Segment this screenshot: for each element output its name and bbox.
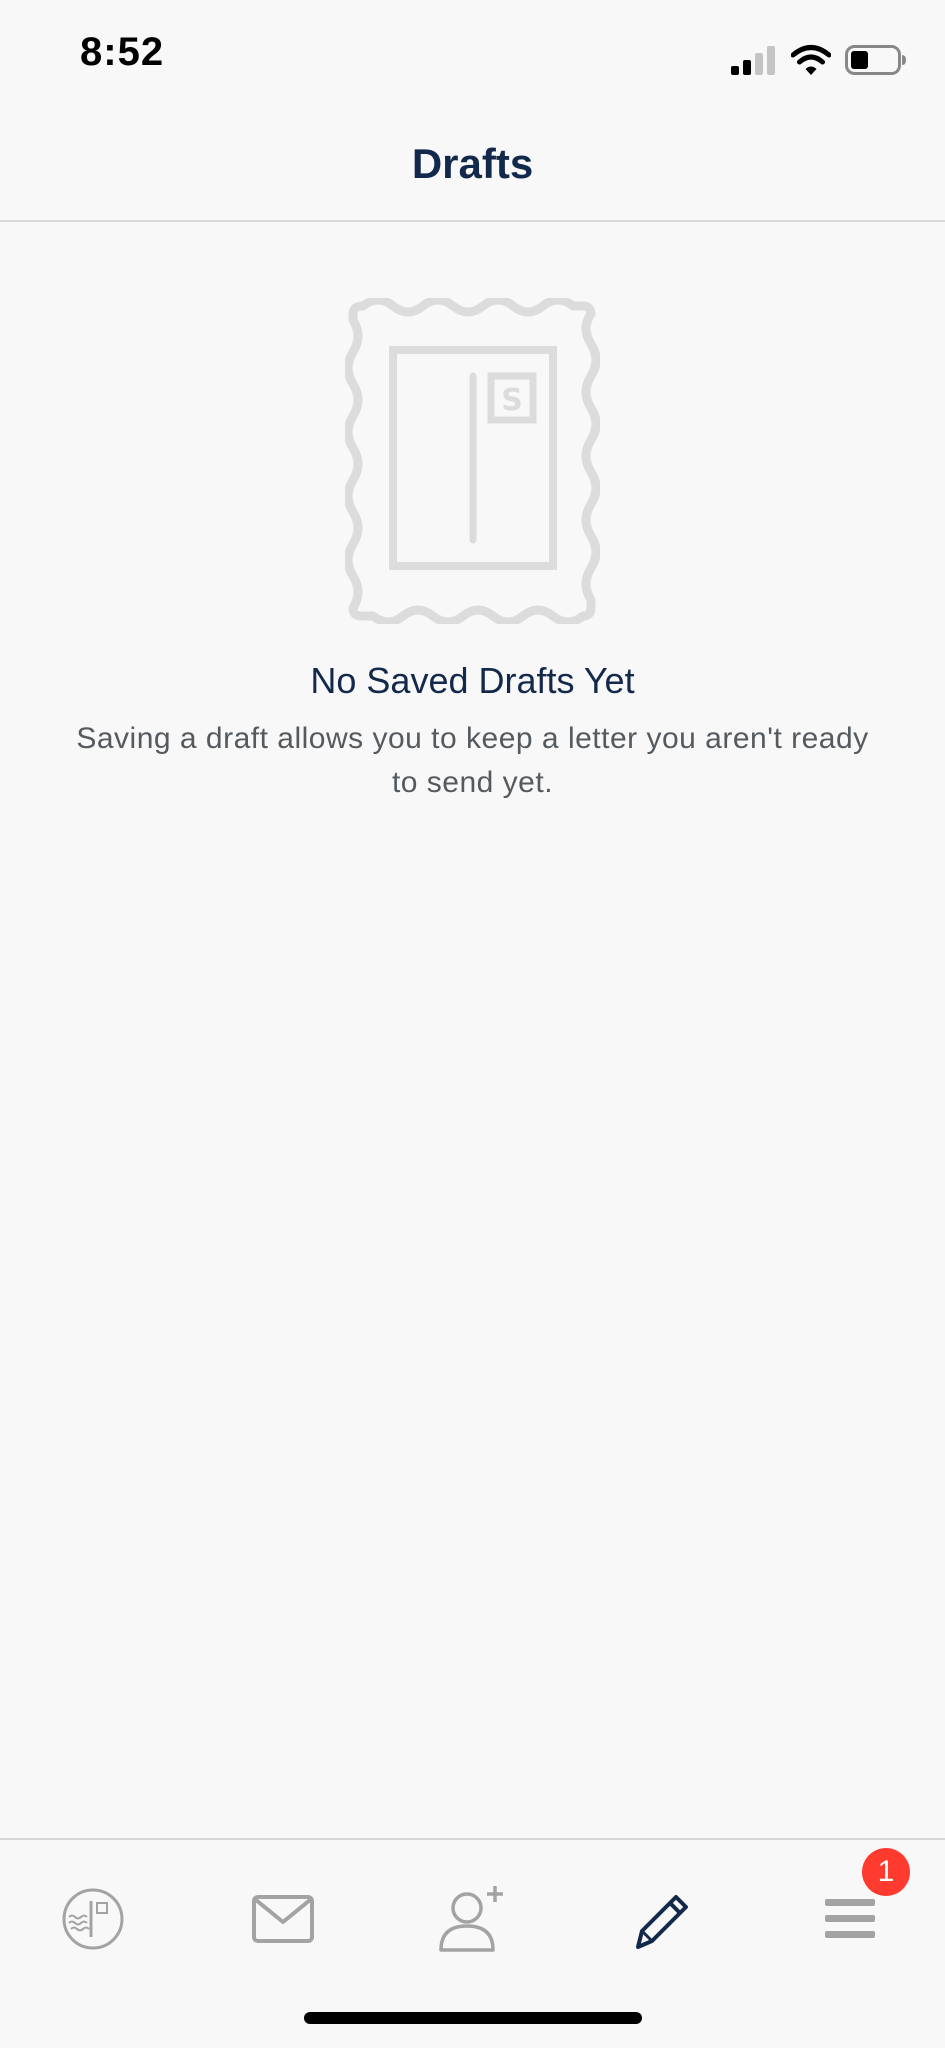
menu-icon <box>825 1899 875 1938</box>
navigation-bar: Drafts <box>0 110 945 222</box>
status-time: 8:52 <box>80 30 165 74</box>
envelope-icon <box>252 1895 314 1943</box>
tab-compose[interactable] <box>600 1874 720 1964</box>
tab-stamp[interactable] <box>33 1874 153 1964</box>
empty-state-description: Saving a draft allows you to keep a lett… <box>76 722 869 799</box>
battery-icon <box>845 45 906 75</box>
pencil-icon <box>636 1895 688 1949</box>
home-indicator[interactable] <box>304 2012 642 2024</box>
tab-mail[interactable] <box>223 1874 343 1964</box>
notification-badge: 1 <box>862 1848 910 1896</box>
page-title: Drafts <box>411 140 534 187</box>
stamp-circle-icon <box>62 1888 124 1950</box>
tab-add-contact[interactable] <box>412 1874 532 1964</box>
empty-state-title: No Saved Drafts Yet <box>310 660 635 701</box>
wifi-icon <box>791 45 831 75</box>
status-icons <box>729 40 907 80</box>
stamp-illustration-icon: S <box>345 298 600 624</box>
cellular-signal-icon <box>731 46 775 75</box>
status-bar: 8:52 <box>0 0 945 110</box>
svg-text:S: S <box>501 383 523 418</box>
add-contact-icon <box>439 1886 503 1952</box>
